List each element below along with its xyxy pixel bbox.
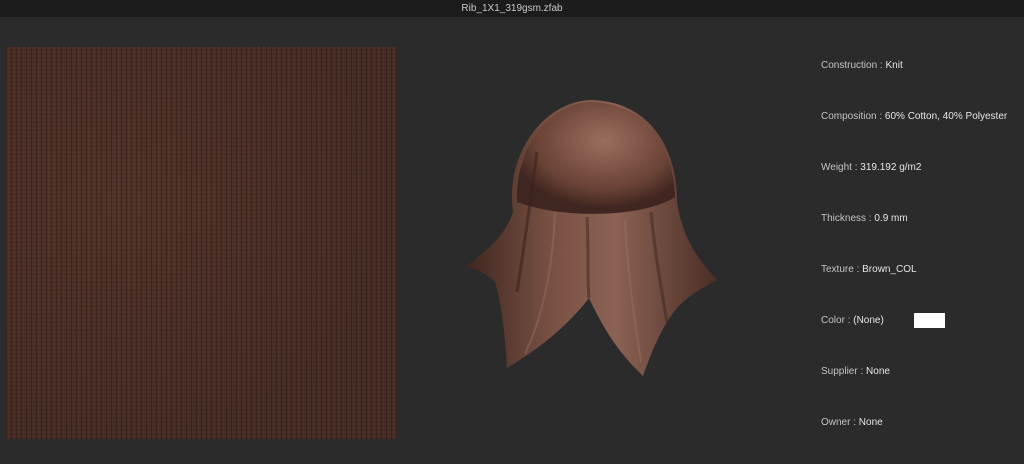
- property-label: Thickness :: [821, 213, 872, 224]
- property-color: Color : (None): [821, 315, 884, 327]
- property-label: Construction :: [821, 60, 883, 71]
- property-thickness: Thickness : 0.9 mm: [821, 213, 908, 225]
- property-composition: Composition : 60% Cotton, 40% Polyester: [821, 111, 1007, 123]
- window-title-bar: Rib_1X1_319gsm.zfab: [0, 0, 1024, 17]
- fabric-texture-swatch: [6, 47, 397, 439]
- property-value: Brown_COL: [862, 264, 917, 275]
- property-label: Weight :: [821, 162, 858, 173]
- property-value: Knit: [885, 60, 903, 71]
- property-label: Composition :: [821, 111, 883, 122]
- property-value: None: [866, 366, 890, 377]
- property-construction: Construction : Knit: [821, 60, 903, 72]
- property-label: Supplier :: [821, 366, 864, 377]
- property-value: 319.192 g/m2: [860, 162, 922, 173]
- property-label: Color :: [821, 315, 851, 326]
- property-supplier: Supplier : None: [821, 366, 890, 378]
- property-value: 60% Cotton, 40% Polyester: [884, 111, 1008, 122]
- property-weight: Weight : 319.192 g/m2: [821, 162, 921, 174]
- property-texture: Texture : Brown_COL: [821, 264, 917, 276]
- property-value: 0.9 mm: [874, 213, 908, 224]
- color-swatch-chip[interactable]: [914, 313, 945, 328]
- fabric-drape-preview: [465, 100, 717, 376]
- window-title: Rib_1X1_319gsm.zfab: [461, 3, 563, 14]
- property-value: (None): [853, 315, 884, 326]
- property-label: Owner :: [821, 417, 857, 428]
- property-value: None: [858, 417, 883, 428]
- property-owner: Owner : None: [821, 417, 883, 429]
- property-label: Texture :: [821, 264, 860, 275]
